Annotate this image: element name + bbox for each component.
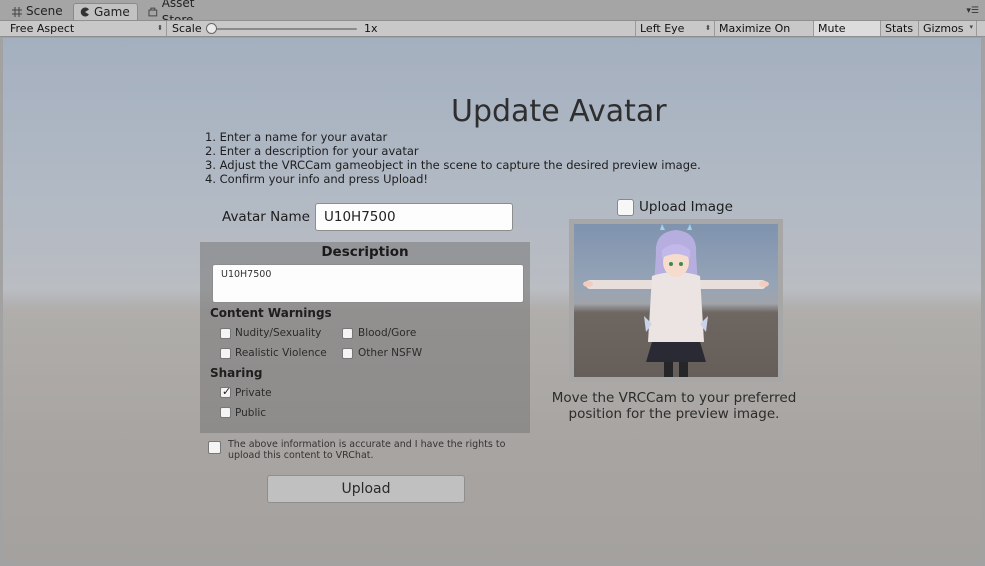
editor-tab-bar: Scene Game Asset Store ▾☰ bbox=[0, 0, 985, 27]
panel-menu-icon[interactable]: ▾☰ bbox=[966, 6, 979, 16]
instruction-step: 4. Confirm your info and press Upload! bbox=[205, 172, 429, 186]
avatar-name-value: U10H7500 bbox=[324, 209, 396, 225]
game-viewport: Update Avatar 1. Enter a name for your a… bbox=[3, 38, 981, 561]
avatar-figure bbox=[583, 224, 769, 377]
dropdown-arrows-icon: ⬍ bbox=[705, 24, 711, 32]
store-icon bbox=[148, 7, 158, 16]
instruction-step: 2. Enter a description for your avatar bbox=[205, 144, 419, 158]
private-label: Private bbox=[235, 387, 272, 399]
page-title: Update Avatar bbox=[451, 94, 667, 129]
stats-toggle[interactable]: Stats bbox=[881, 21, 919, 36]
scale-label: Scale bbox=[172, 22, 202, 35]
aspect-label: Free Aspect bbox=[10, 22, 75, 35]
caption-line: Move the VRCCam to your preferred bbox=[551, 390, 797, 406]
preview-frame bbox=[569, 219, 783, 382]
dropdown-arrows-icon: ⬍ bbox=[157, 24, 163, 32]
tab-asset-store[interactable]: Asset Store bbox=[142, 0, 234, 27]
scale-slider-track[interactable] bbox=[212, 28, 357, 30]
checkmark-icon: ✓ bbox=[222, 385, 232, 398]
scale-slider-thumb[interactable] bbox=[206, 23, 217, 34]
public-label: Public bbox=[235, 407, 267, 419]
rights-text-line: upload this content to VRChat. bbox=[228, 450, 374, 461]
instruction-step: 3. Adjust the VRCCam gameobject in the s… bbox=[205, 158, 701, 172]
avatar-name-label: Avatar Name bbox=[222, 209, 310, 225]
stats-label: Stats bbox=[885, 22, 914, 35]
realistic-violence-label: Realistic Violence bbox=[235, 347, 327, 359]
maximize-on-play-toggle[interactable]: Maximize On Play bbox=[715, 21, 814, 50]
avatar-name-input[interactable]: U10H7500 bbox=[315, 203, 513, 231]
rights-text: The above information is accurate and I … bbox=[228, 439, 505, 461]
tab-scene-label: Scene bbox=[26, 4, 63, 18]
private-checkbox[interactable]: ✓ bbox=[220, 385, 232, 398]
tab-scene[interactable]: Scene bbox=[6, 3, 72, 20]
sharing-title: Sharing bbox=[210, 366, 263, 380]
preview-caption: Move the VRCCam to your preferred positi… bbox=[551, 390, 797, 422]
game-view-toolbar: Free Aspect ⬍ Scale 1x Left Eye ⬍ Maximi… bbox=[0, 20, 985, 50]
blood-gore-checkbox[interactable] bbox=[342, 328, 353, 339]
eye-dropdown[interactable]: Left Eye ⬍ bbox=[635, 21, 715, 36]
chevron-down-icon: ▾ bbox=[969, 23, 973, 31]
nudity-checkbox[interactable] bbox=[220, 328, 231, 339]
public-checkbox[interactable] bbox=[220, 407, 231, 418]
rights-confirm-checkbox[interactable] bbox=[208, 441, 221, 454]
tab-game[interactable]: Game bbox=[73, 3, 138, 20]
scale-value: 1x bbox=[364, 22, 378, 35]
upload-image-checkbox[interactable] bbox=[617, 199, 634, 216]
upload-image-label: Upload Image bbox=[639, 199, 733, 215]
grid-icon bbox=[12, 6, 22, 17]
content-warnings-title: Content Warnings bbox=[210, 306, 332, 320]
eye-label: Left Eye bbox=[640, 22, 685, 35]
blood-gore-label: Blood/Gore bbox=[358, 327, 417, 339]
description-title: Description bbox=[321, 244, 409, 260]
description-textarea[interactable]: U10H7500 bbox=[212, 264, 524, 303]
realistic-violence-checkbox[interactable] bbox=[220, 348, 231, 359]
rights-text-line: The above information is accurate and I … bbox=[228, 439, 506, 450]
instruction-step: 1. Enter a name for your avatar bbox=[205, 130, 388, 144]
other-nsfw-checkbox[interactable] bbox=[342, 348, 353, 359]
other-nsfw-label: Other NSFW bbox=[358, 347, 423, 359]
mute-audio-toggle[interactable]: Mute Audio bbox=[814, 21, 881, 50]
instructions: 1. Enter a name for your avatar 2. Enter… bbox=[205, 130, 701, 186]
upload-button[interactable]: Upload bbox=[267, 475, 465, 503]
description-value: U10H7500 bbox=[221, 269, 272, 280]
gizmos-label: Gizmos bbox=[923, 22, 964, 35]
gizmos-dropdown[interactable]: Gizmos ▾ bbox=[919, 21, 977, 36]
nudity-label: Nudity/Sexuality bbox=[235, 327, 322, 339]
upload-button-label: Upload bbox=[341, 481, 391, 497]
aspect-dropdown[interactable]: Free Aspect ⬍ bbox=[6, 21, 167, 36]
avatar-preview-image bbox=[574, 224, 778, 377]
description-panel: Description U10H7500 Content Warnings Nu… bbox=[200, 242, 530, 433]
tab-game-label: Game bbox=[94, 4, 130, 19]
pacman-icon bbox=[80, 7, 89, 17]
caption-line: position for the preview image. bbox=[568, 406, 780, 422]
